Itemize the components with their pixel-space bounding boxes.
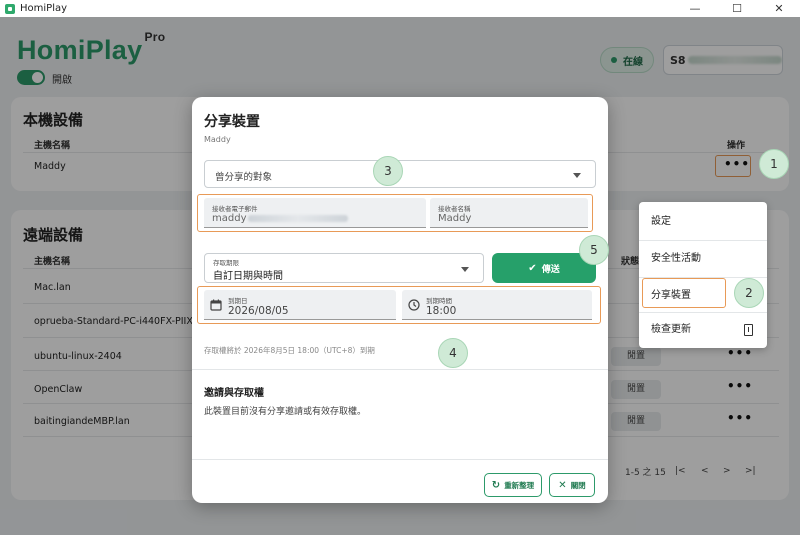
recipient-name-field[interactable]: 接收者名稱 Maddy xyxy=(430,198,588,228)
chevron-down-icon xyxy=(461,267,469,272)
check-icon: ✔ xyxy=(528,262,537,274)
menu-item-check-update[interactable]: 檢查更新 xyxy=(639,312,767,348)
step-badge-2: 2 xyxy=(734,278,764,308)
minimize-button[interactable]: — xyxy=(674,0,716,17)
refresh-icon: ↻ xyxy=(491,479,501,491)
update-icon xyxy=(744,324,753,336)
close-icon: ✕ xyxy=(558,479,567,491)
clock-icon xyxy=(408,299,420,311)
device-context-menu: 設定 安全性活動 分享裝置 檢查更新 xyxy=(639,202,767,348)
app-icon xyxy=(5,3,15,14)
refresh-button[interactable]: ↻ 重新整理 xyxy=(484,473,542,497)
calendar-icon xyxy=(210,299,222,311)
window-titlebar: HomiPlay — ☐ ✕ xyxy=(0,0,800,17)
menu-item-settings[interactable]: 設定 xyxy=(639,204,767,240)
recipient-email-field[interactable]: 接收者電子郵件 maddy xyxy=(204,198,426,228)
close-window-button[interactable]: ✕ xyxy=(758,0,800,17)
maximize-button[interactable]: ☐ xyxy=(716,0,758,17)
step-badge-5: 5 xyxy=(579,235,609,265)
email-redacted xyxy=(248,214,349,222)
dialog-title: 分享裝置 xyxy=(204,114,260,130)
step-badge-1: 1 xyxy=(759,149,789,179)
dialog-divider xyxy=(192,459,608,460)
close-button[interactable]: ✕ 關閉 xyxy=(549,473,595,497)
chevron-down-icon xyxy=(573,173,581,178)
window-controls: — ☐ ✕ xyxy=(674,0,800,17)
step-badge-4: 4 xyxy=(438,338,468,368)
expiry-note: 存取權將於 2026年8月5日 18:00（UTC+8）到期 xyxy=(204,346,375,355)
invites-empty-text: 此裝置目前沒有分享邀請或有效存取權。 xyxy=(204,407,367,417)
share-device-dialog: 分享裝置 Maddy 曾分享的對象 接收者電子郵件 maddy 接收者名稱 Ma… xyxy=(192,97,608,503)
menu-item-security-activity[interactable]: 安全性活動 xyxy=(639,241,767,277)
window-title: HomiPlay xyxy=(20,3,68,14)
expiry-time-field[interactable]: 到期時間 18:00 xyxy=(402,290,592,320)
step-badge-3: 3 xyxy=(373,156,403,186)
share-menu-highlight xyxy=(642,278,726,308)
dialog-divider xyxy=(192,369,608,370)
invites-section-title: 邀請與存取權 xyxy=(204,388,264,399)
dialog-subtitle: Maddy xyxy=(204,135,231,144)
expiry-date-field[interactable]: 到期日 2026/08/05 xyxy=(204,290,396,320)
access-period-select[interactable]: 存取期限 自訂日期與時間 xyxy=(204,253,484,283)
